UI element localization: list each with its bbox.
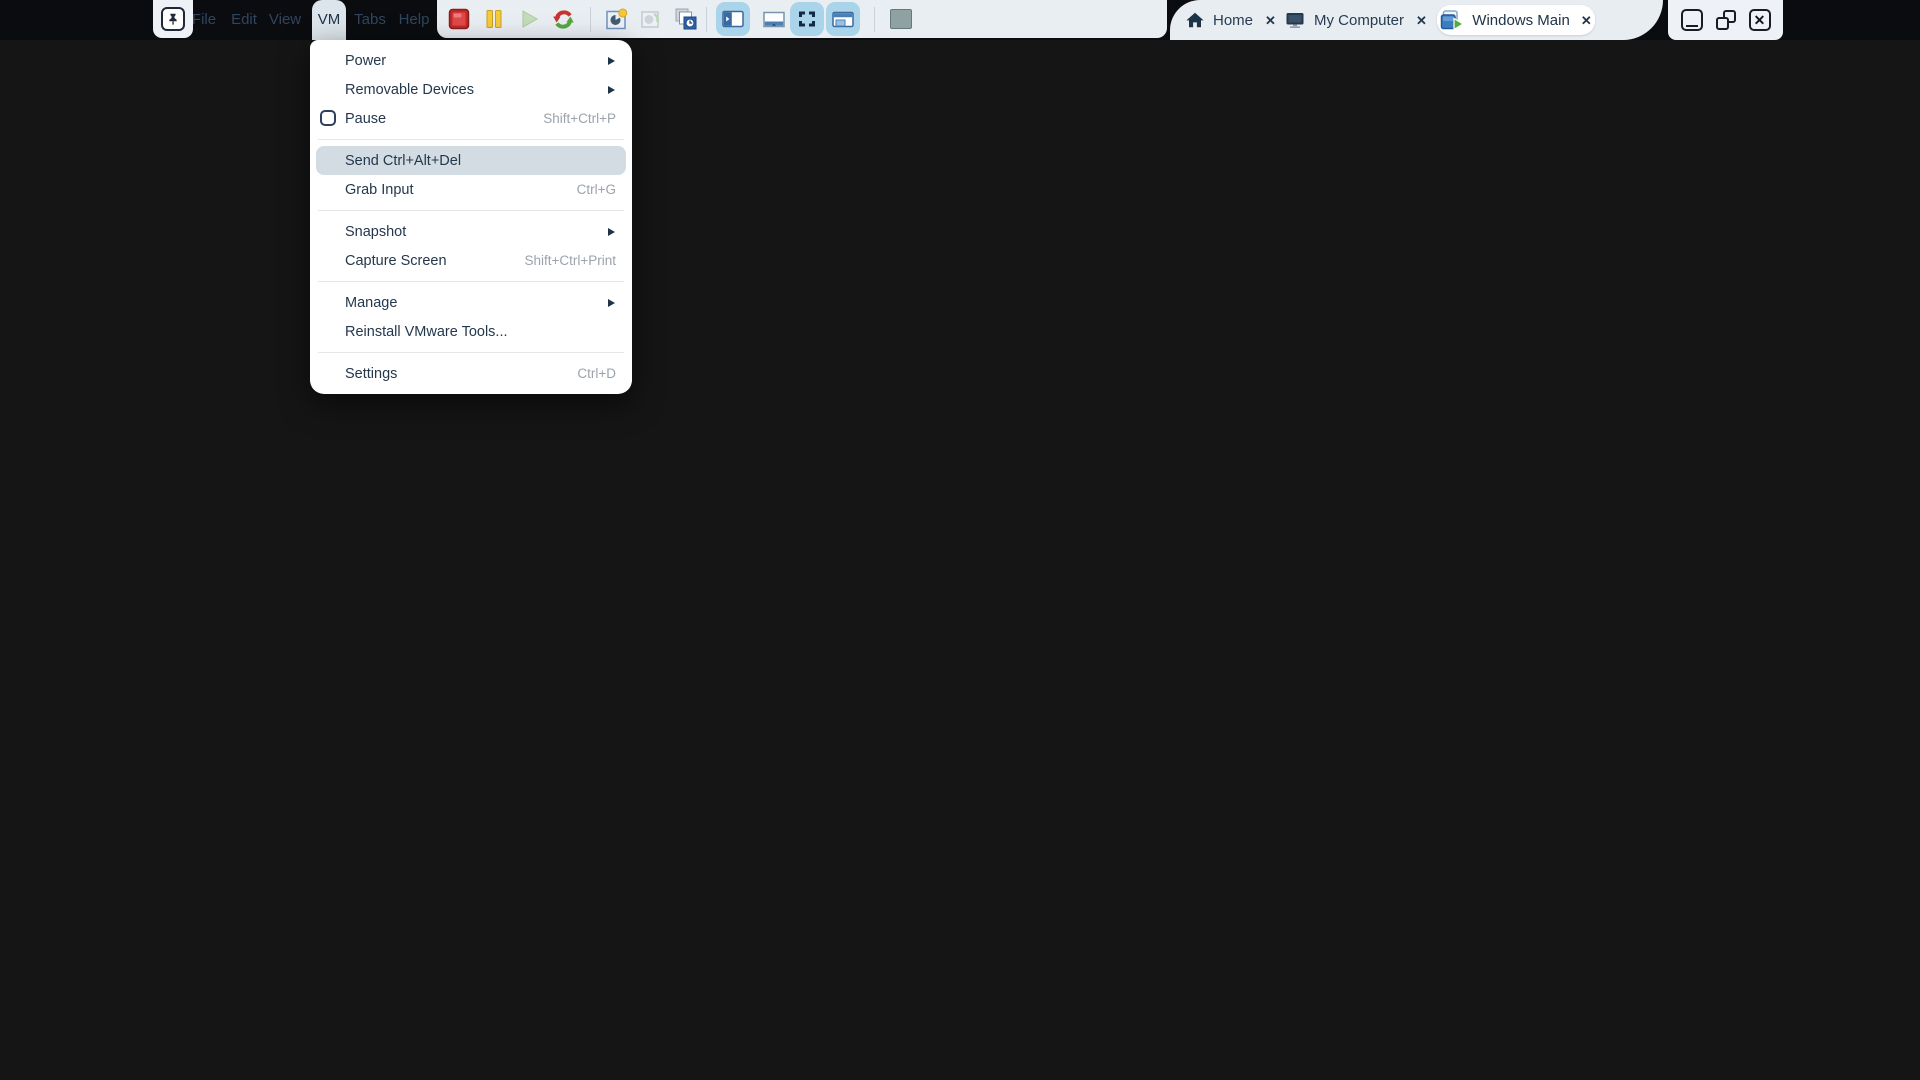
menu-item-label: Reinstall VMware Tools...	[345, 324, 508, 340]
menu-item-label: Send Ctrl+Alt+Del	[345, 153, 461, 169]
menu-item-shortcut: Shift+Ctrl+Print	[524, 253, 616, 268]
snapshot-manager-button[interactable]	[669, 2, 703, 36]
menu-separator	[318, 139, 624, 140]
submenu-arrow-icon	[608, 86, 615, 94]
restore-button[interactable]	[1715, 9, 1737, 31]
pause-checkbox[interactable]	[320, 110, 336, 126]
menubar-item-edit[interactable]: Edit	[226, 0, 262, 40]
toolbar-separator	[590, 7, 591, 32]
reset-icon	[552, 8, 575, 31]
menu-item-pause[interactable]: Pause Shift+Ctrl+P	[316, 104, 626, 133]
close-tab-icon[interactable]: ✕	[1581, 14, 1592, 27]
console-view-button[interactable]	[757, 2, 791, 36]
tab-label: Windows Main	[1472, 12, 1570, 29]
menu-separator	[318, 210, 624, 211]
power-off-button[interactable]	[442, 2, 476, 36]
reset-vm-button[interactable]	[546, 2, 580, 36]
vm-dropdown-menu: Power Removable Devices Pause Shift+Ctrl…	[310, 40, 632, 394]
menu-item-label: Capture Screen	[345, 253, 447, 269]
menu-item-reinstall-vmware-tools[interactable]: Reinstall VMware Tools...	[316, 317, 626, 346]
vmware-workstation-window: { "menubar": { "pin_icon": "pushpin-icon…	[0, 0, 1920, 1080]
menu-item-label: Removable Devices	[345, 82, 474, 98]
vm-icon	[1440, 10, 1464, 31]
tab-my-computer[interactable]: My Computer ✕	[1285, 0, 1427, 40]
menu-item-settings[interactable]: Settings Ctrl+D	[316, 359, 626, 388]
tab-label: Home	[1213, 12, 1253, 29]
menu-item-shortcut: Ctrl+G	[577, 182, 616, 197]
menu-separator	[318, 352, 624, 353]
tab-windows-main-active[interactable]: Windows Main ✕	[1437, 5, 1595, 35]
fullscreen-button[interactable]	[790, 2, 824, 36]
library-panel-toggle-button[interactable]	[716, 2, 750, 36]
menu-item-label: Settings	[345, 366, 397, 382]
take-snapshot-button[interactable]	[600, 2, 634, 36]
submenu-arrow-icon	[608, 228, 615, 236]
toolbar-separator	[874, 7, 875, 32]
menubar-item-help[interactable]: Help	[394, 0, 434, 40]
menu-item-removable-devices[interactable]: Removable Devices	[316, 75, 626, 104]
console-view-icon	[763, 11, 785, 28]
unity-view-icon	[832, 11, 854, 28]
close-window-button[interactable]: ✕	[1749, 9, 1771, 31]
close-tab-icon[interactable]: ✕	[1265, 14, 1276, 27]
top-bar: File Edit View VM Tabs Help	[0, 0, 1920, 40]
tab-label: My Computer	[1314, 12, 1404, 29]
revert-snapshot-button[interactable]	[634, 2, 668, 36]
play-icon	[518, 8, 540, 30]
menu-item-shortcut: Shift+Ctrl+P	[543, 111, 616, 126]
pause-vm-button[interactable]	[477, 2, 511, 36]
menubar-item-vm-active[interactable]: VM	[312, 0, 346, 40]
window-controls-panel: ✕	[1668, 0, 1783, 40]
menubar-item-view[interactable]: View	[264, 0, 306, 40]
play-vm-button[interactable]	[512, 2, 546, 36]
menu-item-label: Snapshot	[345, 224, 406, 240]
snapshot-manager-icon	[674, 7, 698, 31]
submenu-arrow-icon	[608, 57, 615, 65]
menu-item-snapshot[interactable]: Snapshot	[316, 217, 626, 246]
tab-home[interactable]: Home ✕	[1186, 0, 1276, 40]
menubar-item-tabs[interactable]: Tabs	[350, 0, 390, 40]
pause-icon	[483, 8, 505, 30]
blank-screen-button[interactable]	[884, 2, 918, 36]
menu-item-power[interactable]: Power	[316, 46, 626, 75]
menubar-item-file[interactable]: File	[186, 0, 222, 40]
restore-icon-front	[1716, 17, 1729, 30]
menu-item-send-ctrl-alt-del[interactable]: Send Ctrl+Alt+Del	[316, 146, 626, 175]
minimize-button[interactable]	[1681, 9, 1703, 31]
menu-item-capture-screen[interactable]: Capture Screen Shift+Ctrl+Print	[316, 246, 626, 275]
menu-item-label: Pause	[345, 111, 386, 127]
menu-item-manage[interactable]: Manage	[316, 288, 626, 317]
home-icon	[1186, 12, 1204, 28]
submenu-arrow-icon	[608, 299, 615, 307]
library-panel-icon	[722, 10, 744, 28]
monitor-icon	[1285, 12, 1305, 29]
take-snapshot-icon	[605, 7, 629, 31]
close-tab-icon[interactable]: ✕	[1416, 14, 1427, 27]
toolbar-separator	[706, 7, 707, 32]
blank-screen-icon	[890, 9, 912, 29]
fullscreen-icon	[798, 11, 816, 27]
power-off-icon	[448, 8, 470, 30]
revert-snapshot-icon	[639, 7, 663, 31]
menu-item-grab-input[interactable]: Grab Input Ctrl+G	[316, 175, 626, 204]
menu-separator	[318, 281, 624, 282]
menu-item-label: Grab Input	[345, 182, 414, 198]
pin-toolbar-button[interactable]	[161, 7, 185, 31]
menu-item-label: Power	[345, 53, 386, 69]
vm-display[interactable]	[0, 40, 1920, 1080]
unity-view-button[interactable]	[826, 2, 860, 36]
menu-item-shortcut: Ctrl+D	[577, 366, 616, 381]
menu-item-label: Manage	[345, 295, 397, 311]
pushpin-icon	[166, 12, 180, 26]
